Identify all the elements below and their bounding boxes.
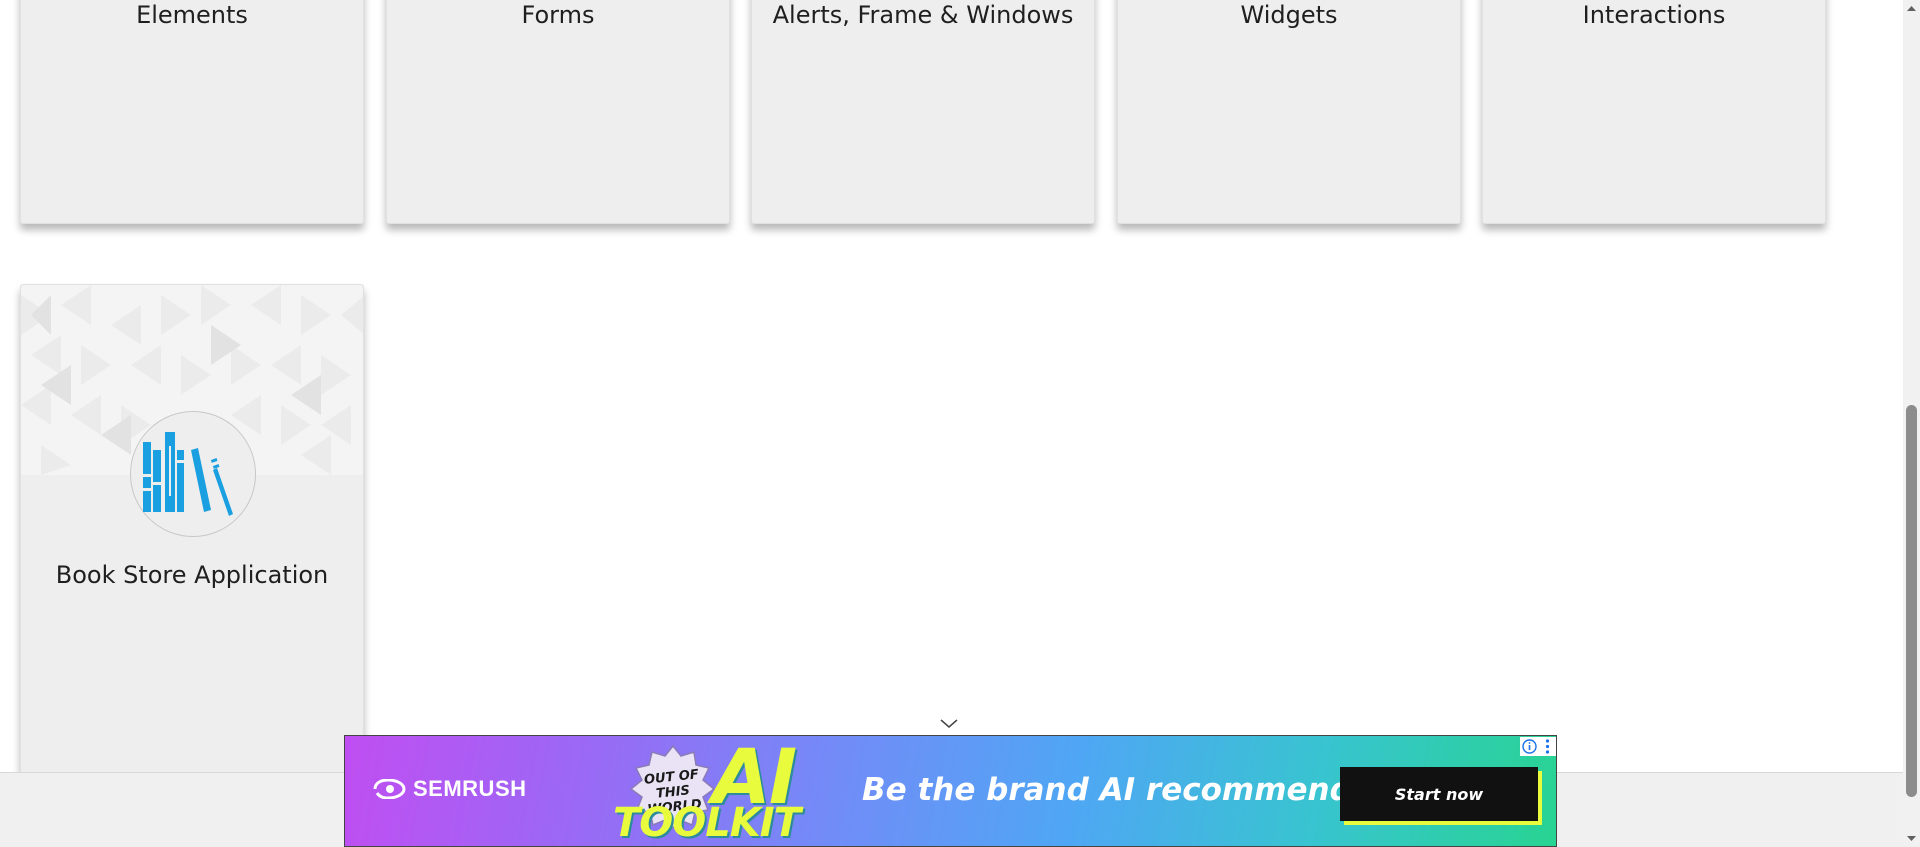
ad-banner[interactable]: SEMRUSH OUT OF THIS WORLD AI TOOLKIT Be … (344, 735, 1557, 847)
category-card-forms[interactable]: Forms (386, 0, 730, 224)
category-card-interactions[interactable]: Interactions (1482, 0, 1826, 224)
scroll-down-arrow-icon[interactable] (1903, 830, 1920, 847)
books-icon (130, 411, 256, 537)
semrush-logo-icon (373, 779, 406, 799)
more-vertical-icon[interactable] (1539, 737, 1556, 756)
category-title: Book Store Application (55, 561, 329, 589)
category-card-alerts-frame-windows[interactable]: Alerts, Frame & Windows (751, 0, 1095, 224)
chevron-down-icon[interactable] (938, 717, 960, 731)
category-title: Elements (136, 1, 248, 29)
ad-start-now-button[interactable]: Start now (1340, 767, 1538, 821)
ad-brand-name: SEMRUSH (413, 776, 527, 801)
info-icon[interactable] (1520, 737, 1539, 756)
scroll-up-arrow-icon[interactable] (1903, 0, 1920, 17)
scrollbar-thumb[interactable] (1906, 405, 1917, 797)
category-title: Interactions (1582, 1, 1726, 29)
category-card-widgets[interactable]: Widgets (1117, 0, 1461, 224)
ad-brand: SEMRUSH (373, 776, 527, 802)
ad-toolkit-text: TOOLKIT (613, 800, 801, 846)
category-title: Widgets (1240, 1, 1338, 29)
category-title: Alerts, Frame & Windows (772, 1, 1074, 29)
ad-headline: Be the brand AI recommends (862, 772, 1371, 808)
category-card-book-store-application[interactable]: Book Store Application (20, 284, 364, 804)
category-title: Forms (521, 1, 595, 29)
page: Elements Forms Alerts, Frame & Windows W… (0, 0, 1920, 847)
category-card-elements[interactable]: Elements (20, 0, 364, 224)
vertical-scrollbar[interactable] (1903, 0, 1920, 847)
